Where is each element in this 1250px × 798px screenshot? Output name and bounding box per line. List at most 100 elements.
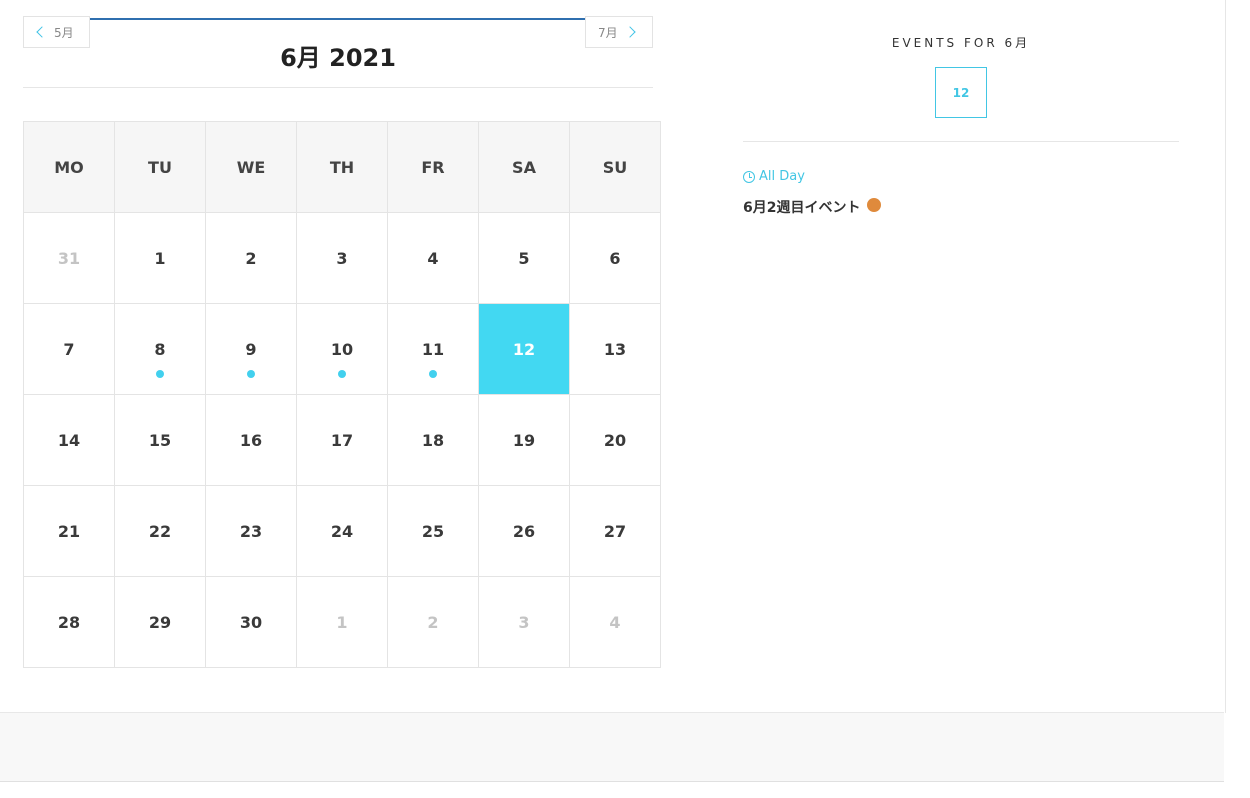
day-number: 16: [239, 430, 263, 450]
event-time: All Day: [743, 169, 805, 184]
day-cell[interactable]: 1: [114, 212, 206, 304]
day-number: 9: [245, 339, 257, 359]
day-cell[interactable]: 24: [296, 485, 388, 577]
day-cell[interactable]: 22: [114, 485, 206, 577]
day-number: 7: [63, 339, 75, 359]
week-row: 31 1 2 3 4 5 6: [23, 212, 661, 304]
event-title-link[interactable]: 6月2週目イベント: [743, 197, 882, 217]
day-cell[interactable]: 7: [23, 303, 115, 395]
day-cell-other-month[interactable]: 4: [569, 576, 661, 668]
day-cell[interactable]: 30: [205, 576, 297, 668]
day-number: 4: [609, 612, 621, 632]
week-row: 7 8 9 10 11 12 13: [23, 303, 661, 395]
day-number: 11: [421, 339, 445, 359]
day-number: 18: [421, 430, 445, 450]
day-cell-other-month[interactable]: 2: [387, 576, 479, 668]
day-number: 5: [518, 248, 530, 268]
next-month-button[interactable]: 7月: [585, 16, 653, 48]
event-category-dot: [867, 198, 882, 212]
day-number: 4: [427, 248, 439, 268]
day-cell[interactable]: 4: [387, 212, 479, 304]
day-cell-other-month[interactable]: 3: [478, 576, 570, 668]
day-number: 19: [512, 430, 536, 450]
day-cell[interactable]: 19: [478, 394, 570, 486]
day-cell-today[interactable]: 12: [478, 303, 570, 395]
week-row: 21 22 23 24 25 26 27: [23, 485, 661, 577]
day-cell-other-month[interactable]: 1: [296, 576, 388, 668]
event-indicator-dot: [247, 370, 255, 378]
event-time-label: All Day: [759, 169, 805, 184]
calendar-grid: MO TU WE TH FR SA SU 31 1 2 3 4 5 6 7 8 9 10 11 12 13…: [23, 121, 661, 668]
day-number: 8: [154, 339, 166, 359]
day-cell[interactable]: 5: [478, 212, 570, 304]
weekday-row: MO TU WE TH FR SA SU: [23, 121, 661, 213]
clock-icon: [743, 170, 755, 183]
day-number: 31: [57, 248, 81, 268]
day-cell[interactable]: 28: [23, 576, 115, 668]
weekday-header: MO: [23, 121, 115, 213]
day-number: 20: [603, 430, 627, 450]
day-number: 13: [603, 339, 627, 359]
day-number: 12: [512, 339, 536, 359]
day-cell[interactable]: 17: [296, 394, 388, 486]
week-row: 14 15 16 17 18 19 20: [23, 394, 661, 486]
day-cell[interactable]: 15: [114, 394, 206, 486]
day-cell[interactable]: 11: [387, 303, 479, 395]
day-number: 2: [427, 612, 439, 632]
day-cell[interactable]: 23: [205, 485, 297, 577]
day-number: 1: [154, 248, 166, 268]
day-number: 30: [239, 612, 263, 632]
day-number: 25: [421, 521, 445, 541]
chevron-right-icon: [623, 26, 636, 38]
weekday-header: TU: [114, 121, 206, 213]
page-content: 5月 6月 2021 7月 MO TU WE TH FR SA SU 31 1 2 3…: [0, 0, 1226, 713]
event-indicator-dot: [156, 370, 164, 378]
day-cell[interactable]: 14: [23, 394, 115, 486]
month-title: 6月 2021: [280, 44, 396, 72]
selected-day-box[interactable]: 12: [935, 67, 987, 118]
day-cell[interactable]: 8: [114, 303, 206, 395]
day-number: 28: [57, 612, 81, 632]
event-title-text: 6月2週目イベント: [743, 200, 861, 216]
footer-band: [0, 712, 1224, 782]
day-number: 3: [336, 248, 348, 268]
events-divider: [743, 141, 1179, 142]
day-number: 1: [336, 612, 348, 632]
event-indicator-dot: [429, 370, 437, 378]
day-cell[interactable]: 3: [296, 212, 388, 304]
weekday-header: FR: [387, 121, 479, 213]
calendar-body: 31 1 2 3 4 5 6 7 8 9 10 11 12 13 14 15 16 17 18 19 20 21 22 23 2…: [23, 212, 661, 668]
header-accent-line: [90, 18, 585, 20]
week-row: 28 29 30 1 2 3 4: [23, 576, 661, 668]
day-number: 10: [330, 339, 354, 359]
day-cell[interactable]: 6: [569, 212, 661, 304]
weekday-header: TH: [296, 121, 388, 213]
day-cell[interactable]: 18: [387, 394, 479, 486]
day-cell-other-month[interactable]: 31: [23, 212, 115, 304]
day-number: 3: [518, 612, 530, 632]
day-cell[interactable]: 27: [569, 485, 661, 577]
calendar-header: 5月 6月 2021 7月: [23, 16, 653, 88]
day-cell[interactable]: 13: [569, 303, 661, 395]
day-number: 22: [148, 521, 172, 541]
day-number: 24: [330, 521, 354, 541]
day-number: 29: [148, 612, 172, 632]
weekday-header: SA: [478, 121, 570, 213]
day-number: 27: [603, 521, 627, 541]
day-cell[interactable]: 21: [23, 485, 115, 577]
day-cell[interactable]: 9: [205, 303, 297, 395]
next-month-label: 7月: [598, 25, 618, 40]
day-number: 15: [148, 430, 172, 450]
day-cell[interactable]: 25: [387, 485, 479, 577]
day-cell[interactable]: 26: [478, 485, 570, 577]
event-indicator-dot: [338, 370, 346, 378]
day-number: 17: [330, 430, 354, 450]
day-number: 21: [57, 521, 81, 541]
day-cell[interactable]: 29: [114, 576, 206, 668]
day-cell[interactable]: 2: [205, 212, 297, 304]
day-cell[interactable]: 16: [205, 394, 297, 486]
day-number: 14: [57, 430, 81, 450]
day-number: 2: [245, 248, 257, 268]
day-cell[interactable]: 20: [569, 394, 661, 486]
day-cell[interactable]: 10: [296, 303, 388, 395]
